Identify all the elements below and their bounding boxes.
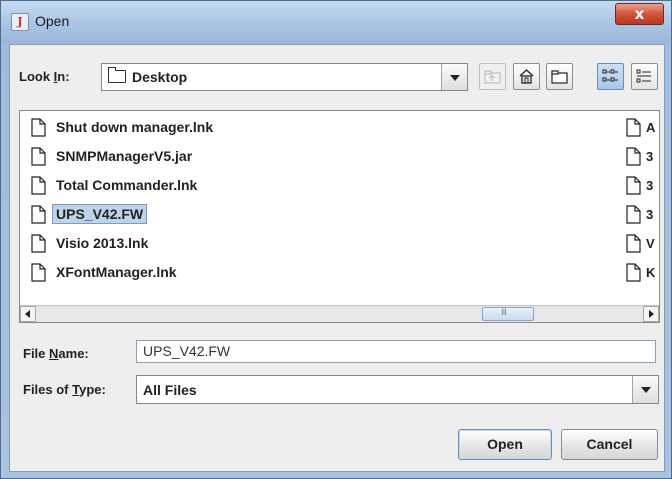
file-name-label: File Name: bbox=[23, 346, 89, 361]
file-icon bbox=[31, 205, 46, 224]
file-name-field[interactable]: UPS_V42.FW bbox=[136, 340, 656, 363]
file-type-value: All Files bbox=[143, 382, 197, 398]
file-list-item-clipped[interactable]: 3 bbox=[646, 178, 653, 193]
file-icon bbox=[31, 118, 46, 137]
file-list-item-clipped[interactable]: K bbox=[646, 265, 655, 280]
open-dialog: J Open x Look In: Desktop III Shut down … bbox=[0, 0, 672, 479]
chevron-down-icon[interactable] bbox=[441, 64, 467, 90]
file-type-label-prefix: Files of bbox=[23, 382, 73, 397]
up-folder-icon bbox=[484, 70, 501, 84]
folder-icon bbox=[108, 67, 126, 83]
file-list-item-clipped[interactable]: 3 bbox=[646, 149, 653, 164]
list-view-icon bbox=[602, 69, 618, 82]
file-icon bbox=[626, 234, 641, 253]
file-list-item[interactable]: SNMPManagerV5.jar bbox=[28, 144, 328, 166]
window-title: Open bbox=[35, 13, 70, 29]
list-view-button[interactable] bbox=[597, 63, 624, 90]
look-in-label-prefix: Look bbox=[19, 69, 54, 84]
close-button[interactable]: x bbox=[615, 3, 664, 25]
file-icon bbox=[31, 263, 46, 282]
java-icon: J bbox=[11, 13, 29, 31]
new-folder-icon bbox=[551, 70, 568, 84]
look-in-label: Look In: bbox=[19, 69, 70, 84]
file-list-item[interactable]: UPS_V42.FW bbox=[28, 202, 328, 224]
file-name: XFontManager.lnk bbox=[56, 264, 177, 280]
file-name-label-prefix: File bbox=[23, 346, 50, 361]
horizontal-scrollbar[interactable] bbox=[20, 305, 659, 322]
file-icon bbox=[626, 147, 641, 166]
file-type-label: Files of Type: bbox=[23, 382, 106, 397]
file-icon bbox=[31, 147, 46, 166]
chevron-down-icon[interactable] bbox=[632, 376, 658, 403]
scroll-right-button[interactable] bbox=[643, 306, 659, 322]
new-folder-button[interactable] bbox=[546, 63, 573, 90]
up-folder-button[interactable] bbox=[479, 63, 506, 90]
home-icon bbox=[519, 69, 534, 84]
file-type-combo[interactable]: All Files bbox=[136, 375, 659, 404]
file-name: SNMPManagerV5.jar bbox=[56, 148, 193, 164]
file-list-item-clipped[interactable]: 3 bbox=[646, 207, 653, 222]
file-name-label-mnemonic: N bbox=[49, 346, 59, 361]
file-type-label-suffix: ype: bbox=[79, 382, 106, 397]
file-icon bbox=[626, 176, 641, 195]
file-list-item-clipped[interactable]: A bbox=[646, 120, 655, 135]
home-button[interactable] bbox=[513, 63, 540, 90]
file-name: Visio 2013.lnk bbox=[56, 235, 149, 251]
file-list-item[interactable]: Visio 2013.lnk bbox=[28, 231, 328, 253]
file-list-item[interactable]: Total Commander.lnk bbox=[28, 173, 328, 195]
title-bar[interactable]: J Open x bbox=[1, 1, 671, 43]
file-list-item[interactable]: XFontManager.lnk bbox=[28, 260, 328, 282]
file-icon bbox=[31, 234, 46, 253]
details-view-icon bbox=[636, 69, 651, 83]
file-icon bbox=[31, 176, 46, 195]
file-list-item-clipped[interactable]: V bbox=[646, 236, 655, 251]
look-in-combo[interactable]: Desktop bbox=[101, 63, 468, 91]
file-icon bbox=[626, 118, 641, 137]
look-in-label-suffix: n: bbox=[57, 69, 70, 84]
file-name-label-suffix: ame: bbox=[58, 346, 89, 361]
open-button[interactable]: Open bbox=[458, 429, 552, 460]
file-name: UPS_V42.FW bbox=[52, 204, 148, 224]
file-icon bbox=[626, 263, 641, 282]
file-list-item[interactable]: Shut down manager.lnk bbox=[28, 115, 328, 137]
look-in-value: Desktop bbox=[132, 69, 188, 85]
cancel-button[interactable]: Cancel bbox=[561, 429, 658, 460]
scroll-left-button[interactable] bbox=[20, 306, 36, 322]
file-name: Shut down manager.lnk bbox=[56, 119, 214, 135]
details-view-button[interactable] bbox=[631, 63, 658, 90]
file-icon bbox=[626, 205, 641, 224]
file-name: Total Commander.lnk bbox=[56, 177, 198, 193]
scroll-thumb[interactable] bbox=[482, 307, 534, 321]
file-list[interactable]: Shut down manager.lnk A SNMPManagerV5.jar 3… bbox=[19, 110, 660, 323]
